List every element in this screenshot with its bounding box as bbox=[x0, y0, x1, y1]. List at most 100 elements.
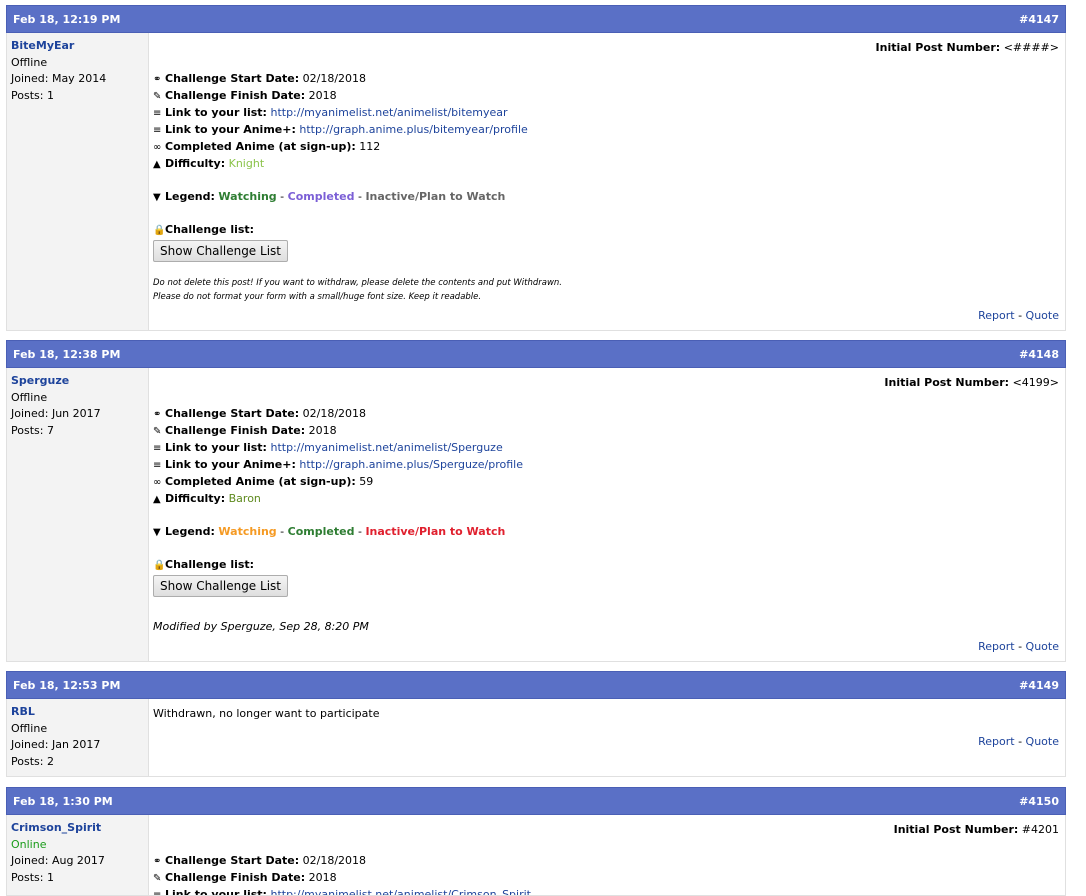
challenge-list-label: Challenge list: bbox=[165, 558, 255, 571]
user-status: Online bbox=[11, 837, 47, 851]
start-value: 02/18/2018 bbox=[302, 407, 367, 420]
difficulty-value: Baron bbox=[228, 492, 261, 505]
post-header: Feb 18, 1:30 PM #4150 bbox=[6, 787, 1066, 815]
ipn-value: #4201 bbox=[1021, 823, 1059, 836]
list-icon: ≡ bbox=[153, 125, 162, 136]
finish-label: Challenge Finish Date: bbox=[165, 424, 306, 437]
legend-completed: Completed bbox=[287, 190, 355, 203]
start-label: Challenge Start Date: bbox=[165, 407, 300, 420]
post-actions: Report - Quote bbox=[978, 640, 1059, 653]
user-joined: Joined: Aug 2017 bbox=[11, 854, 105, 867]
finish-value: 2018 bbox=[308, 89, 337, 102]
list-link[interactable]: http://myanimelist.net/animelist/bitemye… bbox=[270, 106, 507, 119]
legend-watching: Watching bbox=[218, 190, 277, 203]
legend-sep: - bbox=[357, 190, 362, 203]
report-link[interactable]: Report bbox=[978, 309, 1014, 322]
report-link[interactable]: Report bbox=[978, 735, 1014, 748]
difficulty-value: Knight bbox=[228, 157, 265, 170]
post-body-text: Withdrawn, no longer want to participate bbox=[153, 707, 380, 720]
post-number[interactable]: #4148 bbox=[1019, 348, 1059, 361]
post-date: Feb 18, 12:53 PM bbox=[13, 678, 121, 692]
forum-post: Feb 18, 1:30 PM #4150 Crimson_Spirit Onl… bbox=[6, 787, 1066, 896]
finish-value: 2018 bbox=[308, 424, 337, 437]
list-link[interactable]: http://myanimelist.net/animelist/Sperguz… bbox=[270, 441, 502, 454]
lock-icon: 🔒 bbox=[153, 225, 166, 236]
challenge-list-label: Challenge list: bbox=[165, 223, 255, 236]
start-value: 02/18/2018 bbox=[302, 854, 367, 867]
start-value: 02/18/2018 bbox=[302, 72, 367, 85]
triangle-up-icon: ▲ bbox=[153, 159, 161, 170]
user-info: RBL Offline Joined: Jan 2017 Posts: 2 bbox=[7, 699, 149, 776]
legend-sep: - bbox=[357, 525, 362, 538]
post-date: Feb 18, 12:38 PM bbox=[13, 347, 121, 361]
username-link[interactable]: Crimson_Spirit bbox=[11, 820, 144, 837]
start-label: Challenge Start Date: bbox=[165, 854, 300, 867]
legend-inactive: Inactive/Plan to Watch bbox=[365, 525, 506, 538]
list-icon: ≡ bbox=[153, 443, 162, 454]
headphones-icon: ⚭ bbox=[153, 74, 162, 85]
quote-link[interactable]: Quote bbox=[1026, 640, 1059, 653]
post-header: Feb 18, 12:53 PM #4149 bbox=[6, 671, 1066, 699]
quote-link[interactable]: Quote bbox=[1026, 309, 1059, 322]
headphones-icon: ⚭ bbox=[153, 409, 162, 420]
animeplus-label: Link to your Anime+: bbox=[165, 123, 296, 136]
pencil-icon: ✎ bbox=[153, 873, 162, 884]
initial-post-number: Initial Post Number: <####> bbox=[876, 41, 1059, 54]
show-challenge-list-button[interactable]: Show Challenge List bbox=[153, 240, 288, 262]
difficulty-label: Difficulty: bbox=[165, 157, 226, 170]
legend-completed: Completed bbox=[287, 525, 355, 538]
pencil-icon: ✎ bbox=[153, 91, 162, 102]
list-icon: ≡ bbox=[153, 890, 162, 896]
legend-label: Legend: bbox=[165, 525, 215, 538]
post-date: Feb 18, 1:30 PM bbox=[13, 794, 113, 808]
report-link[interactable]: Report bbox=[978, 640, 1014, 653]
user-status: Offline bbox=[11, 721, 48, 735]
show-challenge-list-button[interactable]: Show Challenge List bbox=[153, 575, 288, 597]
quote-link[interactable]: Quote bbox=[1026, 735, 1059, 748]
username-link[interactable]: BiteMyEar bbox=[11, 38, 144, 55]
user-posts: Posts: 2 bbox=[11, 754, 54, 768]
post-actions: Report - Quote bbox=[978, 735, 1059, 748]
modified-note: Modified by Sperguze, Sep 28, 8:20 PM bbox=[153, 620, 369, 633]
infinity-icon: ∞ bbox=[153, 477, 162, 488]
post-number[interactable]: #4150 bbox=[1019, 795, 1059, 808]
forum-post: Feb 18, 12:53 PM #4149 RBL Offline Joine… bbox=[6, 671, 1066, 777]
user-posts: Posts: 7 bbox=[11, 423, 54, 437]
legend-sep: - bbox=[280, 525, 285, 538]
legend-label: Legend: bbox=[165, 190, 215, 203]
user-posts: Posts: 1 bbox=[11, 870, 54, 884]
username-link[interactable]: Sperguze bbox=[11, 373, 144, 390]
list-link[interactable]: http://myanimelist.net/animelist/Crimson… bbox=[270, 888, 531, 895]
legend-inactive: Inactive/Plan to Watch bbox=[365, 190, 506, 203]
pencil-icon: ✎ bbox=[153, 426, 162, 437]
user-status: Offline bbox=[11, 390, 48, 404]
post-header: Feb 18, 12:19 PM #4147 bbox=[6, 5, 1066, 33]
list-icon: ≡ bbox=[153, 108, 162, 119]
user-joined: Joined: Jun 2017 bbox=[11, 407, 101, 420]
headphones-icon: ⚭ bbox=[153, 856, 162, 867]
completed-value: 112 bbox=[359, 140, 381, 153]
difficulty-label: Difficulty: bbox=[165, 492, 226, 505]
post-content: Initial Post Number: #4201 ⚭ Challenge St… bbox=[149, 815, 1065, 895]
list-label: Link to your list: bbox=[165, 888, 267, 896]
note-line: Do not delete this post! If you want to … bbox=[153, 278, 563, 288]
list-label: Link to your list: bbox=[165, 441, 267, 454]
user-joined: Joined: May 2014 bbox=[11, 72, 107, 85]
note-line: Please do not format your form with a sm… bbox=[153, 292, 482, 302]
post-actions: Report - Quote bbox=[978, 309, 1059, 322]
triangle-down-icon: ▼ bbox=[153, 527, 161, 538]
animeplus-link[interactable]: http://graph.anime.plus/bitemyear/profil… bbox=[299, 123, 527, 136]
forum-post: Feb 18, 12:19 PM #4147 BiteMyEar Offline… bbox=[6, 5, 1066, 331]
username-link[interactable]: RBL bbox=[11, 704, 144, 721]
animeplus-link[interactable]: http://graph.anime.plus/Sperguze/profile bbox=[299, 458, 523, 471]
user-info: Sperguze Offline Joined: Jun 2017 Posts:… bbox=[7, 368, 149, 661]
legend-sep: - bbox=[280, 190, 285, 203]
post-number[interactable]: #4149 bbox=[1019, 679, 1059, 692]
completed-value: 59 bbox=[359, 475, 374, 488]
finish-label: Challenge Finish Date: bbox=[165, 871, 306, 884]
ipn-label: Initial Post Number: bbox=[875, 41, 1001, 54]
legend-watching: Watching bbox=[218, 525, 277, 538]
post-number[interactable]: #4147 bbox=[1019, 13, 1059, 26]
post-content: Initial Post Number: <4199> ⚭ Challenge S… bbox=[149, 368, 1065, 661]
user-info: BiteMyEar Offline Joined: May 2014 Posts… bbox=[7, 33, 149, 330]
